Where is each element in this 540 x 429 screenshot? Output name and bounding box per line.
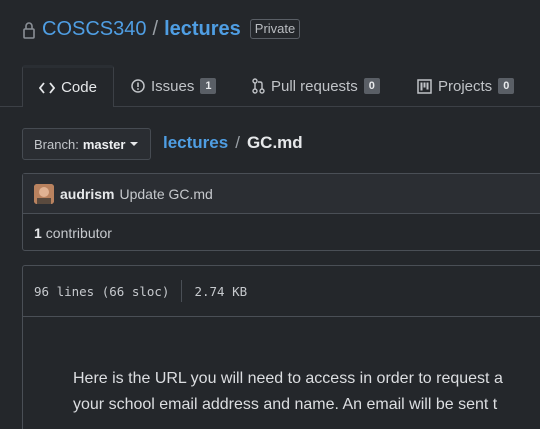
commit-box: audrism Update GC.md 1 contributor xyxy=(22,173,540,251)
tab-projects-label: Projects xyxy=(438,77,493,95)
contributors-row[interactable]: 1 contributor xyxy=(23,214,540,251)
pull-request-icon xyxy=(252,78,265,94)
issues-count-badge: 1 xyxy=(200,78,217,94)
branch-select-button[interactable]: Branch: master xyxy=(22,128,151,160)
file-content: Here is the URL you will need to access … xyxy=(73,366,503,418)
breadcrumb-separator: / xyxy=(235,133,240,152)
contributors-count: 1 xyxy=(34,224,42,241)
chevron-down-icon xyxy=(130,142,139,146)
branch-prefix: Branch: xyxy=(34,136,79,152)
tab-code-label: Code xyxy=(61,79,97,96)
tab-pull-requests[interactable]: Pull requests 0 xyxy=(252,65,380,107)
contributors-label: contributor xyxy=(45,224,112,241)
content-line: Here is the URL you will need to access … xyxy=(73,370,503,387)
lock-icon xyxy=(23,21,35,39)
repo-name-link[interactable]: lectures xyxy=(164,18,241,41)
repo-header: COSCS340 / lectures Private xyxy=(22,16,301,42)
repo-nav: Code Issues 1 Pull requests 0 Projects 0 xyxy=(0,65,540,107)
tab-issues[interactable]: Issues 1 xyxy=(131,65,217,107)
breadcrumb: lectures / GC.md xyxy=(163,133,303,153)
file-info-divider xyxy=(181,280,183,302)
branch-name: master xyxy=(82,136,126,152)
breadcrumb-file: GC.md xyxy=(246,133,303,152)
repo-separator: / xyxy=(152,17,159,40)
commit-author-link[interactable]: audrism xyxy=(60,186,114,202)
avatar[interactable] xyxy=(34,183,54,204)
commit-message-link[interactable]: Update GC.md xyxy=(119,186,212,202)
project-icon xyxy=(417,78,432,94)
projects-count-badge: 0 xyxy=(498,78,515,94)
file-lines-info: 96 lines (66 sloc) xyxy=(34,283,170,299)
file-size-info: 2.74 KB xyxy=(194,283,248,299)
tab-issues-label: Issues xyxy=(151,77,195,95)
content-line: your school email address and name. An e… xyxy=(73,396,498,413)
code-icon xyxy=(39,81,56,94)
latest-commit: audrism Update GC.md xyxy=(23,174,540,214)
visibility-badge: Private xyxy=(249,19,301,39)
issue-icon xyxy=(131,79,145,93)
breadcrumb-repo-link[interactable]: lectures xyxy=(163,133,228,153)
file-header: 96 lines (66 sloc) 2.74 KB xyxy=(23,266,540,317)
tab-pull-requests-label: Pull requests xyxy=(271,77,358,95)
tab-code[interactable]: Code xyxy=(22,65,114,107)
pull-requests-count-badge: 0 xyxy=(363,78,380,94)
file-view: 96 lines (66 sloc) 2.74 KB Here is the U… xyxy=(22,265,540,429)
tab-projects[interactable]: Projects 0 xyxy=(417,65,515,107)
repo-owner-link[interactable]: COSCS340 xyxy=(42,18,147,41)
